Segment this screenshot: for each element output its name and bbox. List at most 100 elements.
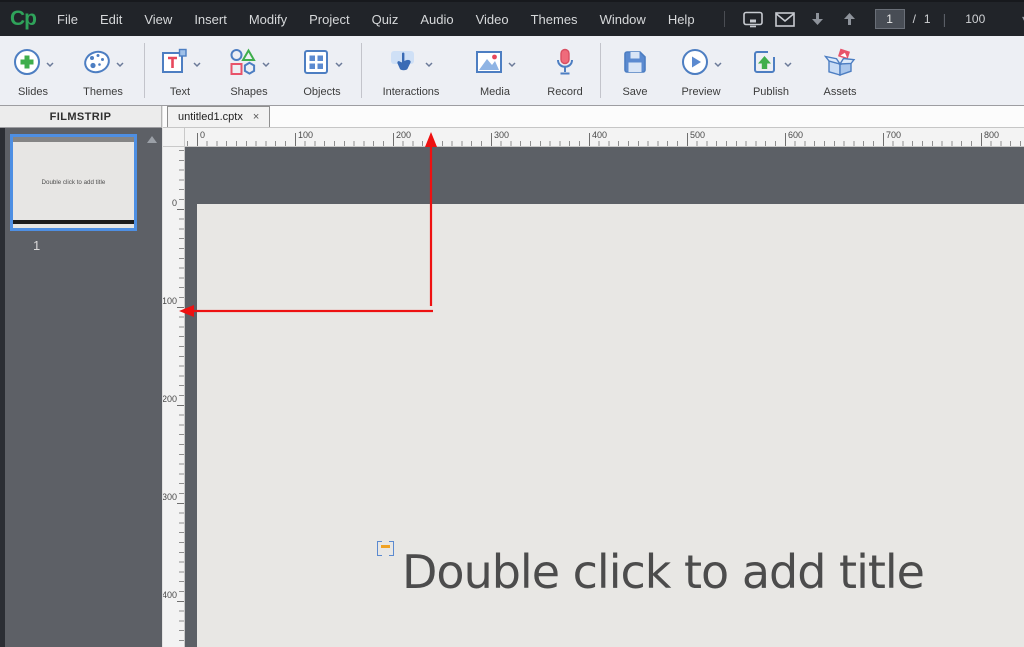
assets-box-icon [824,47,856,82]
ruler-major-tick [589,133,590,146]
scroll-up-arrow-icon[interactable] [147,136,157,143]
menu-item-project[interactable]: Project [298,2,360,36]
toolbar-label: Interactions [383,86,440,98]
menu-item-view[interactable]: View [133,2,183,36]
document-tab[interactable]: untitled1.cptx × [167,106,270,127]
assets-button[interactable]: Assets [807,36,873,105]
ruler-major-tick [393,133,394,146]
ruler-major-tick [981,133,982,146]
toolbar-label: Record [547,86,582,98]
review-screen-icon[interactable] [740,7,766,31]
preview-dropdown-chevron-icon[interactable] [714,55,722,73]
ruler-major-tick [687,133,688,146]
filmstrip-panel-header[interactable]: FILMSTRIP [0,106,162,128]
interactions-button[interactable]: Interactions [364,36,458,105]
media-dropdown-chevron-icon[interactable] [508,55,516,73]
zoom-dropdown-caret-icon[interactable]: ▼ [1020,14,1024,24]
filmstrip-body: Double click to add title 1 [0,128,162,647]
ruler-corner [163,128,185,147]
menu-items: FileEditViewInsertModifyProjectQuizAudio… [46,2,706,36]
ruler-major-tick [177,405,184,406]
ruler-label: 700 [886,130,901,140]
menu-item-window[interactable]: Window [589,2,657,36]
objects-dropdown-chevron-icon[interactable] [335,55,343,73]
next-slide-up-arrow-icon[interactable] [836,7,862,31]
text-dropdown-chevron-icon[interactable] [193,55,201,73]
interactions-dropdown-chevron-icon[interactable] [425,55,433,73]
ruler-major-tick [177,503,184,504]
toolbar-label: Preview [681,86,720,98]
shapes-dropdown-chevron-icon[interactable] [262,55,270,73]
ruler-label: 200 [396,130,411,140]
horizontal-ruler: 0100200300400500600700800 [185,128,1024,147]
ruler-label: 400 [163,590,177,600]
menu-item-file[interactable]: File [46,2,89,36]
shapes-icon [228,47,258,82]
ruler-label: 0 [172,198,177,208]
publish-button[interactable]: Publish [735,36,807,105]
media-button[interactable]: Media [458,36,532,105]
ruler-label: 500 [690,130,705,140]
menu-item-modify[interactable]: Modify [238,2,298,36]
text-caption-marker-icon [377,541,394,556]
preview-button[interactable]: Preview [667,36,735,105]
slide-title-placeholder[interactable]: Double click to add title [402,546,924,599]
toolbar-label: Shapes [230,86,267,98]
slides-button[interactable]: Slides [2,36,64,105]
slides-dropdown-chevron-icon[interactable] [46,55,54,73]
objects-button[interactable]: Objects [285,36,359,105]
ruler-label: 100 [298,130,313,140]
mail-icon[interactable] [772,7,798,31]
ruler-label: 300 [494,130,509,140]
themes-button[interactable]: Themes [64,36,142,105]
captivate-logo: Cp [10,7,36,31]
menu-item-themes[interactable]: Themes [520,2,589,36]
menu-bar: Cp FileEditViewInsertModifyProjectQuizAu… [0,0,1024,36]
text-button[interactable]: Text [147,36,213,105]
toolbar-label: Media [480,86,510,98]
captivate-window: Cp FileEditViewInsertModifyProjectQuizAu… [0,0,1024,647]
toolbar-divider [361,43,362,98]
document-tab-bar: untitled1.cptx × [163,106,1024,128]
record-button[interactable]: Record [532,36,598,105]
menubar-right-controls: 1 / 1 | 100 ▼ [712,7,1024,31]
save-button[interactable]: Save [603,36,667,105]
ruler-label: 100 [163,296,177,306]
current-slide-input[interactable]: 1 [875,9,905,29]
thumbnail-theme-topbar [13,137,134,142]
ruler-label: 300 [163,492,177,502]
filmstrip-panel: FILMSTRIP Double click to add title 1 [0,106,162,647]
slide-thumbnail-preview: Double click to add title [13,137,134,228]
ruler-label: 0 [200,130,205,140]
ruler-label: 600 [788,130,803,140]
ruler-major-tick [491,133,492,146]
previous-slide-down-arrow-icon[interactable] [804,7,830,31]
ruler-label: 400 [592,130,607,140]
menu-item-audio[interactable]: Audio [409,2,464,36]
menu-item-video[interactable]: Video [465,2,520,36]
save-icon [620,47,650,82]
toolbar-label: Themes [83,86,123,98]
menu-item-help[interactable]: Help [657,2,706,36]
slide-stage[interactable]: Double click to add title [197,204,1024,647]
tab-close-icon[interactable]: × [253,112,259,123]
menu-item-quiz[interactable]: Quiz [361,2,410,36]
ruler-major-tick [295,133,296,146]
toolbar-label: Objects [303,86,340,98]
menu-item-insert[interactable]: Insert [183,2,238,36]
canvas-area: 0100200300400500600700800 0100200300400 … [163,128,1024,647]
workspace: FILMSTRIP Double click to add title 1 un [0,106,1024,647]
slide-thumbnail-1[interactable]: Double click to add title [10,134,137,231]
zoom-level-value[interactable]: 100 [958,12,992,26]
canvas-column: untitled1.cptx × 01002003004005006007008… [162,106,1024,647]
media-icon [474,47,504,82]
slide-count-slash: / [913,12,916,26]
panel-edge-strip [0,128,5,647]
toolbar-label: Assets [823,86,856,98]
toolbar-label: Slides [18,86,48,98]
slide-number-label: 1 [33,238,40,253]
menu-item-edit[interactable]: Edit [89,2,133,36]
themes-dropdown-chevron-icon[interactable] [116,55,124,73]
shapes-button[interactable]: Shapes [213,36,285,105]
publish-dropdown-chevron-icon[interactable] [784,55,792,73]
